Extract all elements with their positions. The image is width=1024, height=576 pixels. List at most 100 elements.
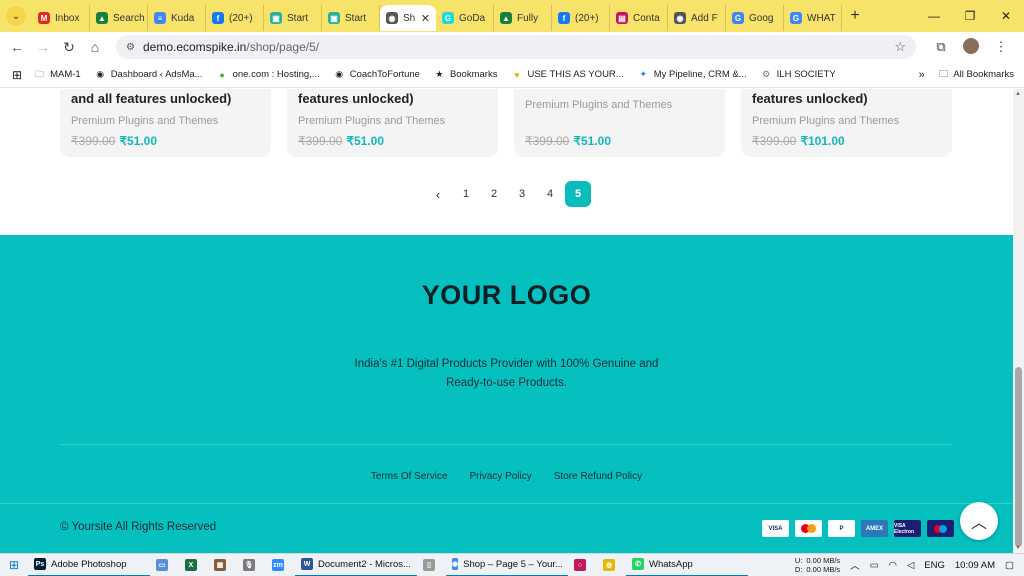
browser-tab[interactable]: ▲ Fully: [494, 5, 552, 31]
app-icon: ○: [574, 559, 586, 571]
browser-tab[interactable]: M Inbox: [32, 5, 90, 31]
extensions-icon[interactable]: ⧉: [926, 39, 956, 55]
browser-tab[interactable]: ◉ Add F: [668, 5, 726, 31]
tab-label: Sh: [403, 12, 416, 24]
language-indicator[interactable]: ENG: [924, 560, 945, 571]
taskbar-app[interactable]: X: [179, 554, 208, 576]
prev-page-icon[interactable]: ‹: [425, 181, 451, 207]
browser-tab[interactable]: G WHAT: [784, 5, 842, 31]
network-speed: U: D: 0.00 MB/s 0.00 MB/s: [795, 556, 840, 574]
footer-link[interactable]: Store Refund Policy: [554, 471, 642, 482]
minimize-icon[interactable]: —: [916, 0, 952, 32]
page-number-4[interactable]: 4: [537, 181, 563, 207]
taskbar-app[interactable]: W Document2 - Micros...: [295, 554, 417, 576]
product-category[interactable]: Premium Plugins and Themes: [752, 115, 899, 127]
product-category[interactable]: Premium Plugins and Themes: [525, 99, 672, 111]
back-icon[interactable]: ←: [4, 39, 30, 55]
product-title[interactable]: and all features unlocked): [71, 91, 231, 106]
page-number-3[interactable]: 3: [509, 181, 535, 207]
browser-tab[interactable]: G GoDa: [436, 5, 494, 31]
forward-icon[interactable]: →: [30, 39, 56, 55]
new-tab-button[interactable]: +: [844, 7, 866, 25]
browser-tab[interactable]: G Goog: [726, 5, 784, 31]
tab-favicon-icon: ▲: [500, 12, 512, 24]
taskbar-app[interactable]: ◍: [597, 554, 626, 576]
scrollbar-thumb[interactable]: [1015, 367, 1022, 547]
product-card[interactable]: features unlocked) Premium Plugins and T…: [741, 89, 952, 157]
windows-start-icon[interactable]: ⊞: [0, 558, 28, 572]
apps-grid-icon[interactable]: ⊞: [12, 68, 22, 82]
footer-link[interactable]: Privacy Policy: [470, 471, 532, 482]
bookmark-star-icon[interactable]: ☆: [894, 39, 906, 55]
browser-tab[interactable]: f (20+): [206, 5, 264, 31]
browser-tab[interactable]: ≡ Kuda: [148, 5, 206, 31]
taskbar-app[interactable]: ▯: [417, 554, 446, 576]
product-card[interactable]: Premium Plugins and Themes ₹399.00 ₹51.00: [514, 89, 725, 157]
taskbar-app[interactable]: ○: [568, 554, 597, 576]
page-number-2[interactable]: 2: [481, 181, 507, 207]
footer-logo[interactable]: YOUR LOGO: [0, 280, 1013, 311]
bookmark-item[interactable]: 🗀 MAM-1: [34, 69, 81, 81]
bookmark-item[interactable]: ✦ My Pipeline, CRM &...: [638, 69, 746, 80]
bookmark-item[interactable]: ★ Bookmarks: [434, 69, 497, 80]
volume-icon[interactable]: ◁: [907, 560, 914, 571]
close-window-icon[interactable]: ✕: [988, 0, 1024, 32]
scroll-down-icon[interactable]: ▼: [1015, 545, 1021, 551]
bookmark-item[interactable]: ♥ USE THIS AS YOUR...: [511, 69, 623, 80]
notifications-icon[interactable]: ▢: [1005, 560, 1014, 571]
more-bookmarks-icon[interactable]: »: [919, 69, 925, 81]
bookmark-item[interactable]: ◉ CoachToFortune: [334, 69, 420, 80]
taskbar-app[interactable]: 🎙: [237, 554, 266, 576]
app-icon: X: [185, 559, 197, 571]
tab-favicon-icon: ◉: [674, 12, 686, 24]
page-scrollbar[interactable]: ▲ ▼: [1013, 89, 1024, 553]
bookmark-item[interactable]: ● one.com : Hosting,...: [217, 69, 319, 80]
taskbar-app[interactable]: zm: [266, 554, 295, 576]
page-number-5[interactable]: 5: [565, 181, 591, 207]
wifi-icon[interactable]: ◠: [889, 560, 897, 571]
close-tab-icon[interactable]: ✕: [421, 12, 430, 25]
browser-tab[interactable]: f (20+): [552, 5, 610, 31]
scroll-to-top-button[interactable]: ︿: [960, 502, 998, 540]
address-bar[interactable]: ⚙ demo.ecomspike.in/shop/page/5/ ☆: [116, 35, 916, 59]
browser-tab[interactable]: ▣ Start: [264, 5, 322, 31]
product-title[interactable]: features unlocked): [752, 91, 868, 106]
tray-chevron-up-icon[interactable]: ︿: [850, 558, 860, 572]
product-card[interactable]: and all features unlocked) Premium Plugi…: [60, 89, 271, 157]
mastercard-icon: [795, 520, 822, 537]
menu-icon[interactable]: ⋮: [986, 39, 1016, 55]
browser-tab[interactable]: ▣ Start: [322, 5, 380, 31]
bookmark-label: CoachToFortune: [349, 69, 420, 80]
scroll-up-icon[interactable]: ▲: [1015, 91, 1021, 97]
restore-icon[interactable]: ❐: [952, 0, 988, 32]
reload-icon[interactable]: ↻: [56, 39, 82, 56]
product-category[interactable]: Premium Plugins and Themes: [298, 115, 445, 127]
bookmark-item[interactable]: ⚙ ILH SOCIETY: [761, 69, 836, 80]
product-category[interactable]: Premium Plugins and Themes: [71, 115, 218, 127]
product-old-price: ₹399.00: [71, 134, 116, 148]
chevron-up-icon: ︿: [970, 515, 987, 532]
tab-search-button[interactable]: ⌄: [6, 6, 26, 26]
battery-icon[interactable]: ▭: [870, 560, 879, 571]
product-card[interactable]: features unlocked) Premium Plugins and T…: [287, 89, 498, 157]
browser-tab[interactable]: ▤ Conta: [610, 5, 668, 31]
taskbar-app[interactable]: ◉ Shop – Page 5 – Your...: [446, 554, 568, 576]
bookmark-item[interactable]: ◉ Dashboard ‹ AdsMa...: [95, 69, 202, 80]
taskbar-app[interactable]: ▭: [150, 554, 179, 576]
tab-favicon-icon: ≡: [154, 12, 166, 24]
page-number-1[interactable]: 1: [453, 181, 479, 207]
site-info-icon[interactable]: ⚙: [126, 42, 135, 53]
footer-link[interactable]: Terms Of Service: [371, 471, 448, 482]
clock[interactable]: 10:09 AM: [955, 560, 995, 571]
profile-avatar[interactable]: [956, 37, 986, 57]
bookmark-label: ILH SOCIETY: [776, 69, 836, 80]
home-icon[interactable]: ⌂: [82, 39, 108, 55]
taskbar-app[interactable]: ▦: [208, 554, 237, 576]
taskbar-app[interactable]: Ps Adobe Photoshop: [28, 554, 150, 576]
browser-tab[interactable]: ▲ Search: [90, 5, 148, 31]
all-bookmarks-button[interactable]: 🗀 All Bookmarks: [939, 67, 1014, 83]
browser-tab[interactable]: ◉ Sh ✕: [380, 5, 436, 31]
taskbar-app[interactable]: ✆ WhatsApp: [626, 554, 748, 576]
product-title[interactable]: features unlocked): [298, 91, 414, 106]
product-grid: and all features unlocked) Premium Plugi…: [60, 89, 952, 157]
